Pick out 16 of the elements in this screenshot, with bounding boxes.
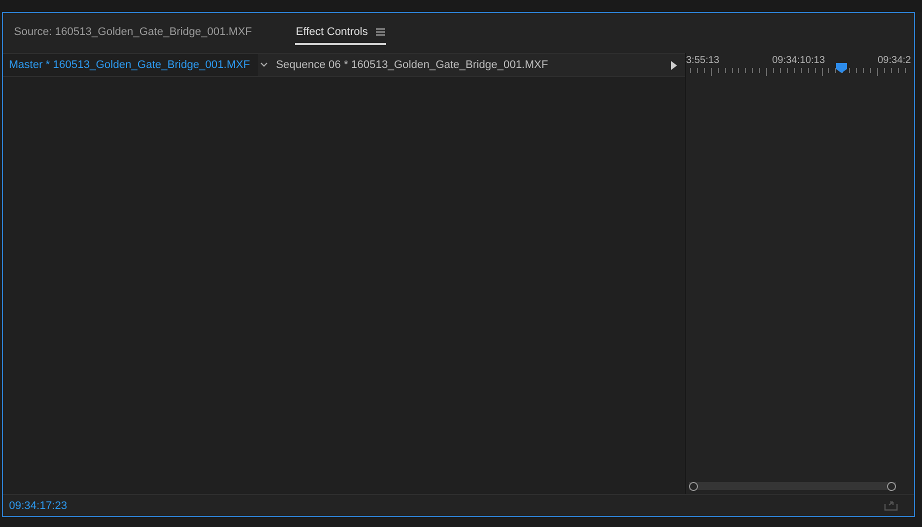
ruler-time-label: 09:34:10:13: [772, 54, 825, 68]
zoom-handle[interactable]: [887, 482, 896, 490]
time-ruler[interactable]: 3:55:13 09:34:10:13 09:34:2: [686, 54, 914, 78]
panel-tab[interactable]: Source: 160513_Golden_Gate_Bridge_001.MXF: [13, 22, 253, 44]
panel-tab[interactable]: Effect Controls: [294, 22, 386, 44]
zoom-handle[interactable]: [689, 482, 698, 490]
zoom-scrollbar[interactable]: [689, 482, 896, 490]
master-clip-label[interactable]: Master * 160513_Golden_Gate_Bridge_001.MXF: [3, 54, 258, 76]
play-icon[interactable]: [671, 60, 677, 70]
timecode[interactable]: 09:34:17:23: [9, 500, 68, 512]
playhead-icon[interactable]: [836, 63, 847, 73]
menu-icon[interactable]: [376, 28, 385, 36]
chevron-icon[interactable]: [260, 62, 268, 68]
sequence-clip-label[interactable]: Sequence 06 * 160513_Golden_Gate_Bridge_001.MXF: [276, 59, 671, 71]
ruler-time-label: 3:55:13: [686, 54, 720, 68]
ruler-time-label: 09:34:2: [878, 54, 911, 68]
